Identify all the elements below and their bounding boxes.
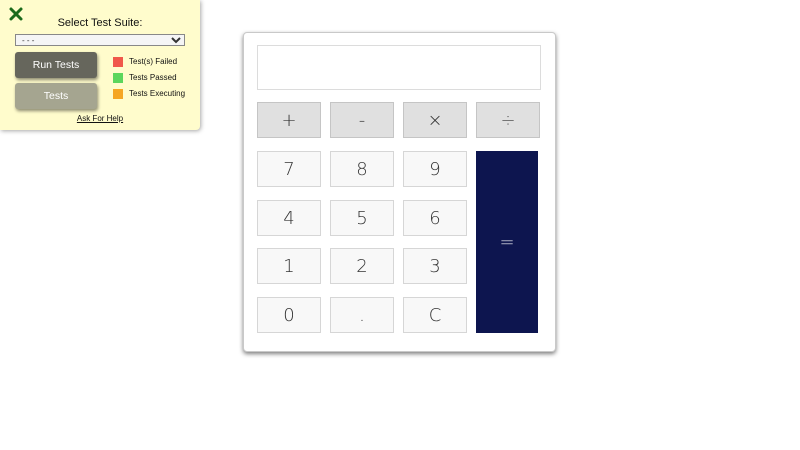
- digit-9-key[interactable]: 9: [403, 151, 467, 187]
- digit-7-key[interactable]: 7: [257, 151, 321, 187]
- decimal-key[interactable]: .: [330, 297, 394, 333]
- subtract-key[interactable]: -: [330, 102, 394, 138]
- digit-0-key[interactable]: 0: [257, 297, 321, 333]
- legend-failed-label: Test(s) Failed: [129, 57, 178, 66]
- multiply-key[interactable]: ×: [403, 102, 467, 138]
- equals-key[interactable]: =: [476, 151, 538, 333]
- executing-swatch: [113, 89, 123, 99]
- divide-key[interactable]: ÷: [476, 102, 540, 138]
- legend-executing-label: Tests Executing: [129, 89, 186, 98]
- add-key[interactable]: +: [257, 102, 321, 138]
- test-suite-select[interactable]: - - -: [15, 34, 185, 46]
- run-tests-button[interactable]: Run Tests: [15, 52, 97, 78]
- clear-key[interactable]: C: [403, 297, 467, 333]
- failed-swatch: [113, 57, 123, 67]
- digit-8-key[interactable]: 8: [330, 151, 394, 187]
- passed-swatch: [113, 73, 123, 83]
- test-panel: Select Test Suite: - - - Run Tests Tests…: [0, 0, 200, 130]
- legend-passed-label: Tests Passed: [129, 73, 177, 82]
- digit-3-key[interactable]: 3: [403, 248, 467, 284]
- digit-4-key[interactable]: 4: [257, 200, 321, 236]
- digit-6-key[interactable]: 6: [403, 200, 467, 236]
- digit-2-key[interactable]: 2: [330, 248, 394, 284]
- digit-5-key[interactable]: 5: [330, 200, 394, 236]
- digit-1-key[interactable]: 1: [257, 248, 321, 284]
- calculator: + - × ÷ 7 8 9 4 5 6 1 2 3 0 . C =: [243, 32, 556, 352]
- test-suite-title: Select Test Suite:: [57, 17, 143, 29]
- calculator-display[interactable]: [257, 45, 541, 90]
- tests-button[interactable]: Tests: [15, 83, 97, 109]
- ask-for-help-link[interactable]: Ask For Help: [0, 114, 200, 123]
